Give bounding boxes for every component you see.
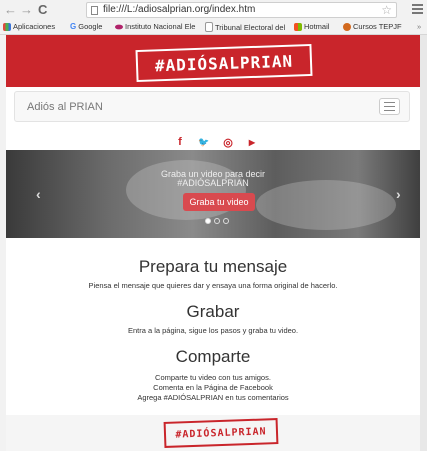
forward-arrow-icon[interactable]: → [20, 3, 33, 17]
bookmark-tribunal[interactable]: Tribunal Electoral del [205, 22, 285, 32]
hamburger-menu-icon[interactable] [379, 98, 400, 115]
browser-window: ← → C file:///L:/adiosalprian.org/index.… [0, 0, 427, 451]
bookmark-label: Google [78, 22, 103, 31]
section-text-comparte-2: Comenta en la Página de Facebook [153, 383, 273, 392]
bookmarks-overflow-icon[interactable]: » [417, 22, 421, 31]
bookmark-cursos[interactable]: Cursos TEPJF [343, 22, 402, 31]
site-logo[interactable]: #ADIÓSALPRIAN [135, 43, 313, 83]
url-field[interactable]: file:///L:/adiosalprian.org/index.htm ☆ [86, 2, 397, 18]
bookmark-ine[interactable]: Instituto Nacional Ele [115, 22, 195, 31]
record-video-button[interactable]: Graba tu video [183, 193, 255, 211]
social-links: f 🐦 ◎ ▶ [174, 136, 258, 149]
bookmark-label: Aplicaciones [13, 22, 56, 31]
carousel-indicators [205, 218, 229, 224]
ine-icon [115, 24, 123, 29]
section-title-grabar: Grabar [186, 302, 240, 321]
cursos-icon [343, 22, 351, 31]
page-icon [91, 6, 98, 15]
header-banner: #ADIÓSALPRIAN [6, 35, 420, 87]
back-arrow-icon[interactable]: ← [4, 3, 17, 17]
carousel-next-icon[interactable]: › [396, 186, 401, 202]
section-title-comparte: Comparte [175, 347, 251, 366]
bookmark-google[interactable]: G Google [70, 22, 102, 31]
carousel: Graba un video para decir #ADIÓSALPRIAN … [6, 150, 420, 238]
carousel-dot-3[interactable] [223, 218, 229, 224]
footer-logo: #ADIÓSALPRIAN [163, 418, 279, 448]
bookmark-hotmail[interactable]: Hotmail [294, 22, 329, 31]
url-text: file:///L:/adiosalprian.org/index.htm [103, 4, 256, 15]
youtube-icon[interactable]: ▶ [246, 136, 258, 148]
microsoft-icon [294, 22, 302, 31]
page-icon [205, 22, 213, 32]
section-text-comparte-1: Comparte tu video con tus amigos. [155, 373, 271, 382]
browser-menu-icon[interactable] [412, 2, 423, 14]
section-text-comparte-3: Agrega #ADIÓSALPRIAN en tus comentarios [137, 393, 289, 402]
carousel-prev-icon[interactable]: ‹ [36, 186, 41, 202]
carousel-caption: Graba un video para decir #ADIÓSALPRIAN [6, 170, 420, 188]
section-text-prepara: Piensa el mensaje que quieres dar y ensa… [88, 281, 338, 290]
google-icon: G [70, 22, 77, 31]
bookmark-label: Instituto Nacional Ele [125, 22, 196, 31]
apps-grid-icon [3, 22, 11, 31]
bookmark-apps[interactable]: Aplicaciones [3, 22, 55, 31]
carousel-dot-2[interactable] [214, 218, 220, 224]
address-bar-row: ← → C file:///L:/adiosalprian.org/index.… [0, 0, 427, 21]
section-title-prepara: Prepara tu mensaje [138, 257, 288, 276]
carousel-dot-1[interactable] [205, 218, 211, 224]
bookmarks-bar: Aplicaciones G Google Instituto Nacional… [0, 21, 427, 35]
bookmark-label: Cursos TEPJF [353, 22, 402, 31]
bookmark-label: Hotmail [304, 22, 330, 31]
instagram-icon[interactable]: ◎ [222, 136, 234, 149]
bookmark-label: Tribunal Electoral del [215, 22, 286, 32]
twitter-icon[interactable]: 🐦 [198, 136, 210, 148]
section-text-grabar: Entra a la página, sigue los pasos y gra… [127, 326, 299, 335]
footer: #ADIÓSALPRIAN [6, 415, 420, 451]
reload-icon[interactable]: C [38, 3, 47, 17]
bookmark-star-icon[interactable]: ☆ [381, 3, 392, 17]
window-edge [420, 35, 427, 451]
navbar-brand[interactable]: Adiós al PRIAN [27, 101, 103, 113]
carousel-caption-line2: #ADIÓSALPRIAN [177, 178, 249, 188]
facebook-icon[interactable]: f [174, 136, 186, 148]
web-page: #ADIÓSALPRIAN Adiós al PRIAN f 🐦 ◎ ▶ Gra… [6, 35, 420, 451]
navbar: Adiós al PRIAN [14, 91, 410, 122]
